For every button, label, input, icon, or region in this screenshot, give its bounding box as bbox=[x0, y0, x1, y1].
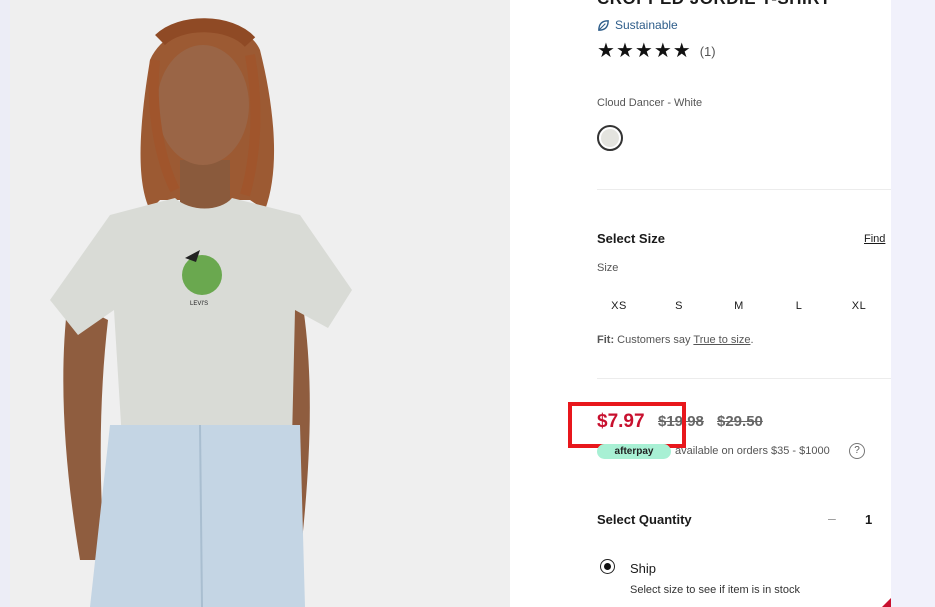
size-option-m[interactable]: M bbox=[719, 300, 759, 312]
afterpay-logo: afterpay bbox=[597, 444, 671, 459]
size-option-xl[interactable]: XL bbox=[839, 300, 879, 312]
star-icon: ★ bbox=[634, 40, 653, 62]
ship-option-note: Select size to see if item is in stock bbox=[630, 584, 800, 596]
review-count[interactable]: (1) bbox=[700, 44, 716, 59]
fit-note: Fit: Customers say True to size. bbox=[597, 334, 754, 346]
quantity-value: 1 bbox=[865, 512, 873, 527]
size-option-l[interactable]: L bbox=[779, 300, 819, 312]
sustainable-label: Sustainable bbox=[615, 18, 678, 32]
size-options: XS S M L XL bbox=[597, 300, 887, 320]
select-size-heading: Select Size bbox=[597, 231, 665, 246]
star-icon: ★ bbox=[672, 40, 691, 62]
sustainable-badge[interactable]: Sustainable bbox=[597, 18, 678, 32]
size-option-xs[interactable]: XS bbox=[599, 300, 639, 312]
product-image[interactable]: LEVI'S bbox=[10, 0, 510, 607]
ship-option-label[interactable]: Ship bbox=[630, 561, 656, 576]
fit-end: . bbox=[750, 334, 754, 346]
find-size-link[interactable]: Find bbox=[864, 233, 885, 245]
fit-text: Customers say bbox=[614, 334, 694, 346]
size-option-s[interactable]: S bbox=[659, 300, 699, 312]
model-illustration: LEVI'S bbox=[10, 0, 510, 607]
svg-text:LEVI'S: LEVI'S bbox=[190, 301, 208, 307]
color-name: Cloud Dancer - White bbox=[597, 97, 703, 109]
divider bbox=[597, 189, 891, 190]
corner-accent bbox=[881, 598, 891, 607]
afterpay-availability: available on orders $35 - $1000 bbox=[675, 445, 830, 457]
size-label: Size bbox=[597, 262, 619, 274]
rating[interactable]: ★ ★ ★ ★ ★ (1) bbox=[597, 41, 716, 61]
star-icon: ★ bbox=[615, 40, 634, 62]
was-price-2: $29.50 bbox=[717, 413, 763, 430]
price-highlight-box bbox=[568, 402, 686, 448]
select-quantity-heading: Select Quantity bbox=[597, 512, 692, 527]
product-title: Cropped Jordie T-Shirt bbox=[597, 0, 831, 9]
quantity-decrease-button[interactable]: – bbox=[828, 510, 836, 526]
star-icon: ★ bbox=[653, 40, 672, 62]
right-edge-strip bbox=[891, 0, 935, 607]
color-swatch[interactable] bbox=[597, 125, 623, 151]
true-to-size-link[interactable]: True to size bbox=[693, 334, 750, 346]
ship-radio[interactable] bbox=[600, 559, 615, 574]
fit-prefix: Fit: bbox=[597, 334, 615, 346]
leaf-icon bbox=[598, 19, 609, 31]
product-details-panel: Cropped Jordie T-Shirt Sustainable ★ ★ ★… bbox=[510, 0, 891, 607]
help-icon[interactable]: ? bbox=[849, 443, 865, 459]
star-icon: ★ bbox=[597, 40, 615, 62]
left-edge-strip bbox=[0, 0, 10, 607]
divider bbox=[597, 378, 891, 379]
